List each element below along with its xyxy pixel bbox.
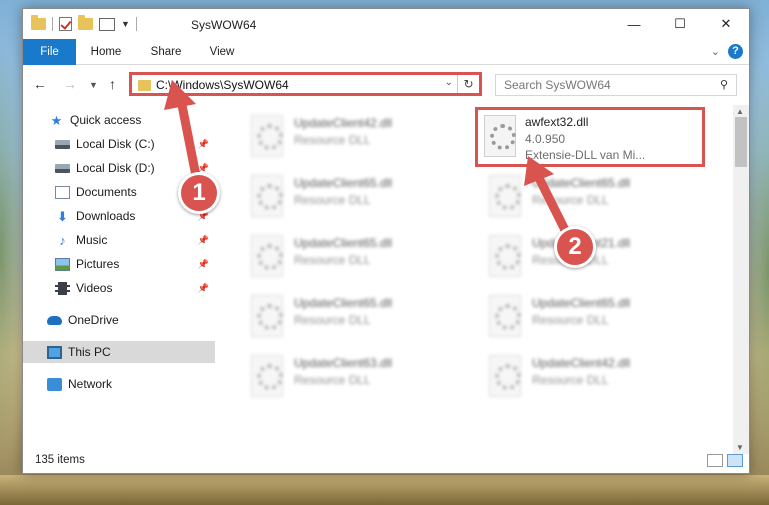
arrow-1 [164,80,201,181]
callout-1: 1 [178,172,220,214]
annotation-arrows [164,80,571,237]
callout-2: 2 [554,226,596,268]
arrow-2 [524,156,571,237]
